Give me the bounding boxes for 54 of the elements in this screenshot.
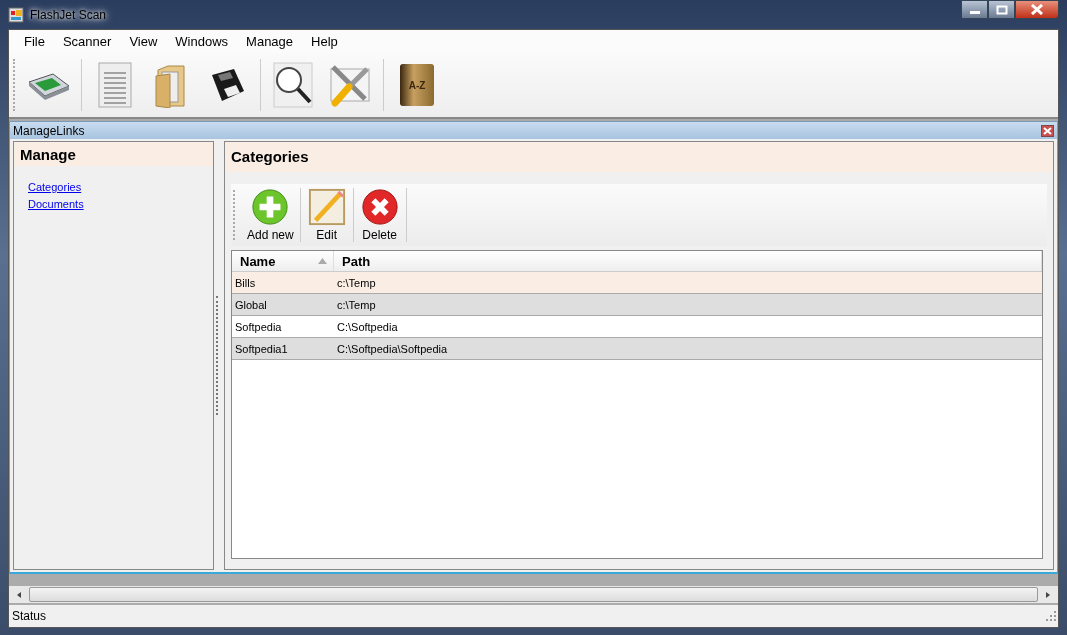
toolbar-grip <box>13 59 17 111</box>
child-window-title: ManageLinks <box>13 123 85 138</box>
book-button[interactable]: A-Z <box>392 58 442 112</box>
table-cell-text: Softpedia <box>234 320 283 333</box>
edit-button[interactable]: Edit <box>300 188 354 242</box>
content-header: Categories <box>225 142 1053 172</box>
table-row[interactable]: Bills c:\Temp <box>232 272 1042 294</box>
table-cell-text: c:\Temp <box>336 298 376 311</box>
table-cell-text: Softpedia1 <box>234 342 289 355</box>
document-icon <box>98 62 132 108</box>
column-header[interactable]: Path <box>334 251 1042 271</box>
minimize-button[interactable] <box>961 0 988 19</box>
delete-button[interactable]: Delete <box>353 188 407 242</box>
plus-icon <box>250 188 291 226</box>
maximize-icon <box>995 4 1008 15</box>
window-title: FlashJet Scan <box>30 7 107 22</box>
folder-icon <box>154 62 188 108</box>
tools-icon <box>327 63 373 107</box>
scrollbar-thumb[interactable] <box>29 587 1038 602</box>
close-button[interactable] <box>1015 0 1059 19</box>
sidebar-link[interactable]: Documents <box>28 198 84 210</box>
menu-item[interactable]: Manage <box>237 34 303 49</box>
sidebar-link[interactable]: Categories <box>28 181 82 193</box>
table-row[interactable]: Global c:\Temp <box>232 294 1042 316</box>
scroll-left-icon[interactable] <box>15 590 23 599</box>
status-text: Status <box>12 609 47 623</box>
search-icon <box>273 62 315 108</box>
menu-item[interactable]: Help <box>302 34 347 49</box>
app-icon <box>8 6 24 23</box>
pencil-icon <box>306 188 347 226</box>
menu-item[interactable]: File <box>15 34 54 49</box>
sidebar-header: Manage <box>14 142 213 166</box>
toolbar-grip <box>233 190 237 240</box>
x-icon <box>359 188 400 226</box>
table-cell-text: Global <box>234 298 268 311</box>
table-row[interactable]: Softpedia1 C:\Softpedia\Softpedia <box>232 338 1042 360</box>
add-button[interactable]: Add new <box>241 188 301 242</box>
table-cell-text: C:\Softpedia\Softpedia <box>336 342 448 355</box>
minimize-icon <box>969 11 980 14</box>
horizontal-scrollbar[interactable] <box>9 586 1058 603</box>
resize-grip-icon <box>1046 611 1056 621</box>
column-header[interactable]: Name <box>232 251 334 271</box>
book-icon: A-Z <box>400 64 434 106</box>
close-icon <box>1043 126 1052 135</box>
maximize-button[interactable] <box>988 0 1015 19</box>
close-icon <box>1030 4 1044 15</box>
close-button[interactable] <box>1041 124 1054 137</box>
table-cell-text: C:\Softpedia <box>336 320 398 333</box>
menu-item[interactable]: Scanner <box>53 34 121 49</box>
table-cell-text: Bills <box>234 276 257 289</box>
menu-item[interactable]: Windows <box>166 34 238 49</box>
scroll-right-icon[interactable] <box>1044 590 1052 599</box>
table-cell-text: c:\Temp <box>336 276 376 289</box>
menu-item[interactable]: View <box>120 34 167 49</box>
